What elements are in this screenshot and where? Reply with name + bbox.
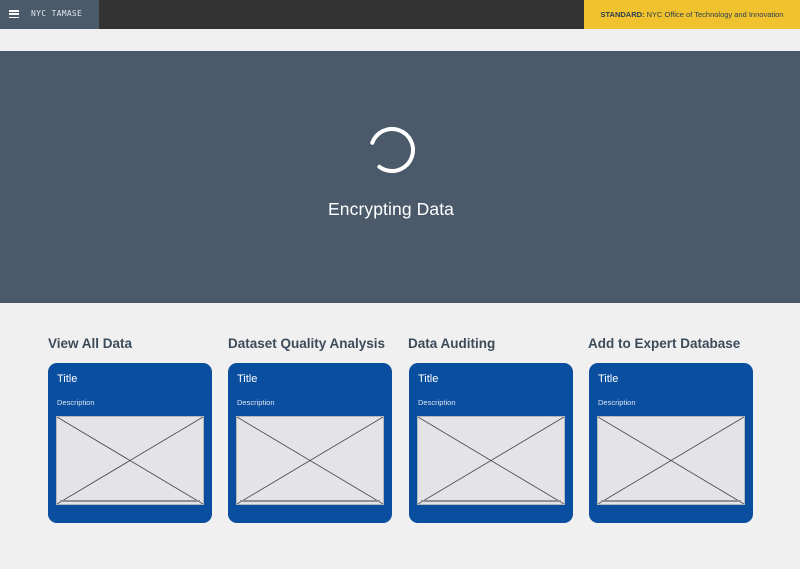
card-view-all-data[interactable]: Title Description (48, 363, 212, 523)
image-placeholder (56, 416, 204, 505)
hamburger-menu-icon[interactable] (9, 10, 19, 19)
card-description: Description (418, 398, 456, 407)
brand-block: NYC TAMASE (0, 0, 99, 29)
image-placeholder (417, 416, 565, 505)
hero-status-text: Encrypting Data (327, 199, 454, 219)
image-placeholder (236, 416, 384, 505)
image-placeholder-icon (237, 417, 383, 504)
standard-text: NYC Office of Technology and Innovation (646, 10, 784, 19)
section-heading-view-all-data: View All Data (48, 336, 133, 351)
card-description: Description (598, 398, 636, 407)
section-heading-add-to-expert-database: Add to Expert Database (588, 336, 741, 351)
loading-spinner-icon (369, 127, 415, 173)
section-heading-data-auditing: Data Auditing (408, 336, 496, 351)
card-title: Title (598, 373, 619, 385)
standard-badge: STANDARD: NYC Office of Technology and I… (584, 0, 800, 29)
card-title: Title (57, 373, 78, 385)
card-description: Description (237, 398, 275, 407)
standard-label: STANDARD: (600, 10, 645, 19)
image-placeholder-icon (598, 417, 744, 504)
card-dataset-quality-analysis[interactable]: Title Description (228, 363, 392, 523)
card-add-to-expert-database[interactable]: Title Description (589, 363, 753, 523)
card-title: Title (237, 373, 258, 385)
hero-banner (0, 51, 800, 303)
top-nav-bar: NYC TAMASE STANDARD: NYC Office of Techn… (0, 0, 800, 29)
card-data-auditing[interactable]: Title Description (409, 363, 573, 523)
image-placeholder-icon (57, 417, 203, 504)
site-logo[interactable]: NYC TAMASE (31, 9, 82, 18)
section-heading-dataset-quality-analysis: Dataset Quality Analysis (228, 336, 386, 351)
image-placeholder-icon (418, 417, 564, 504)
card-title: Title (418, 373, 439, 385)
card-description: Description (57, 398, 95, 407)
image-placeholder (597, 416, 745, 505)
